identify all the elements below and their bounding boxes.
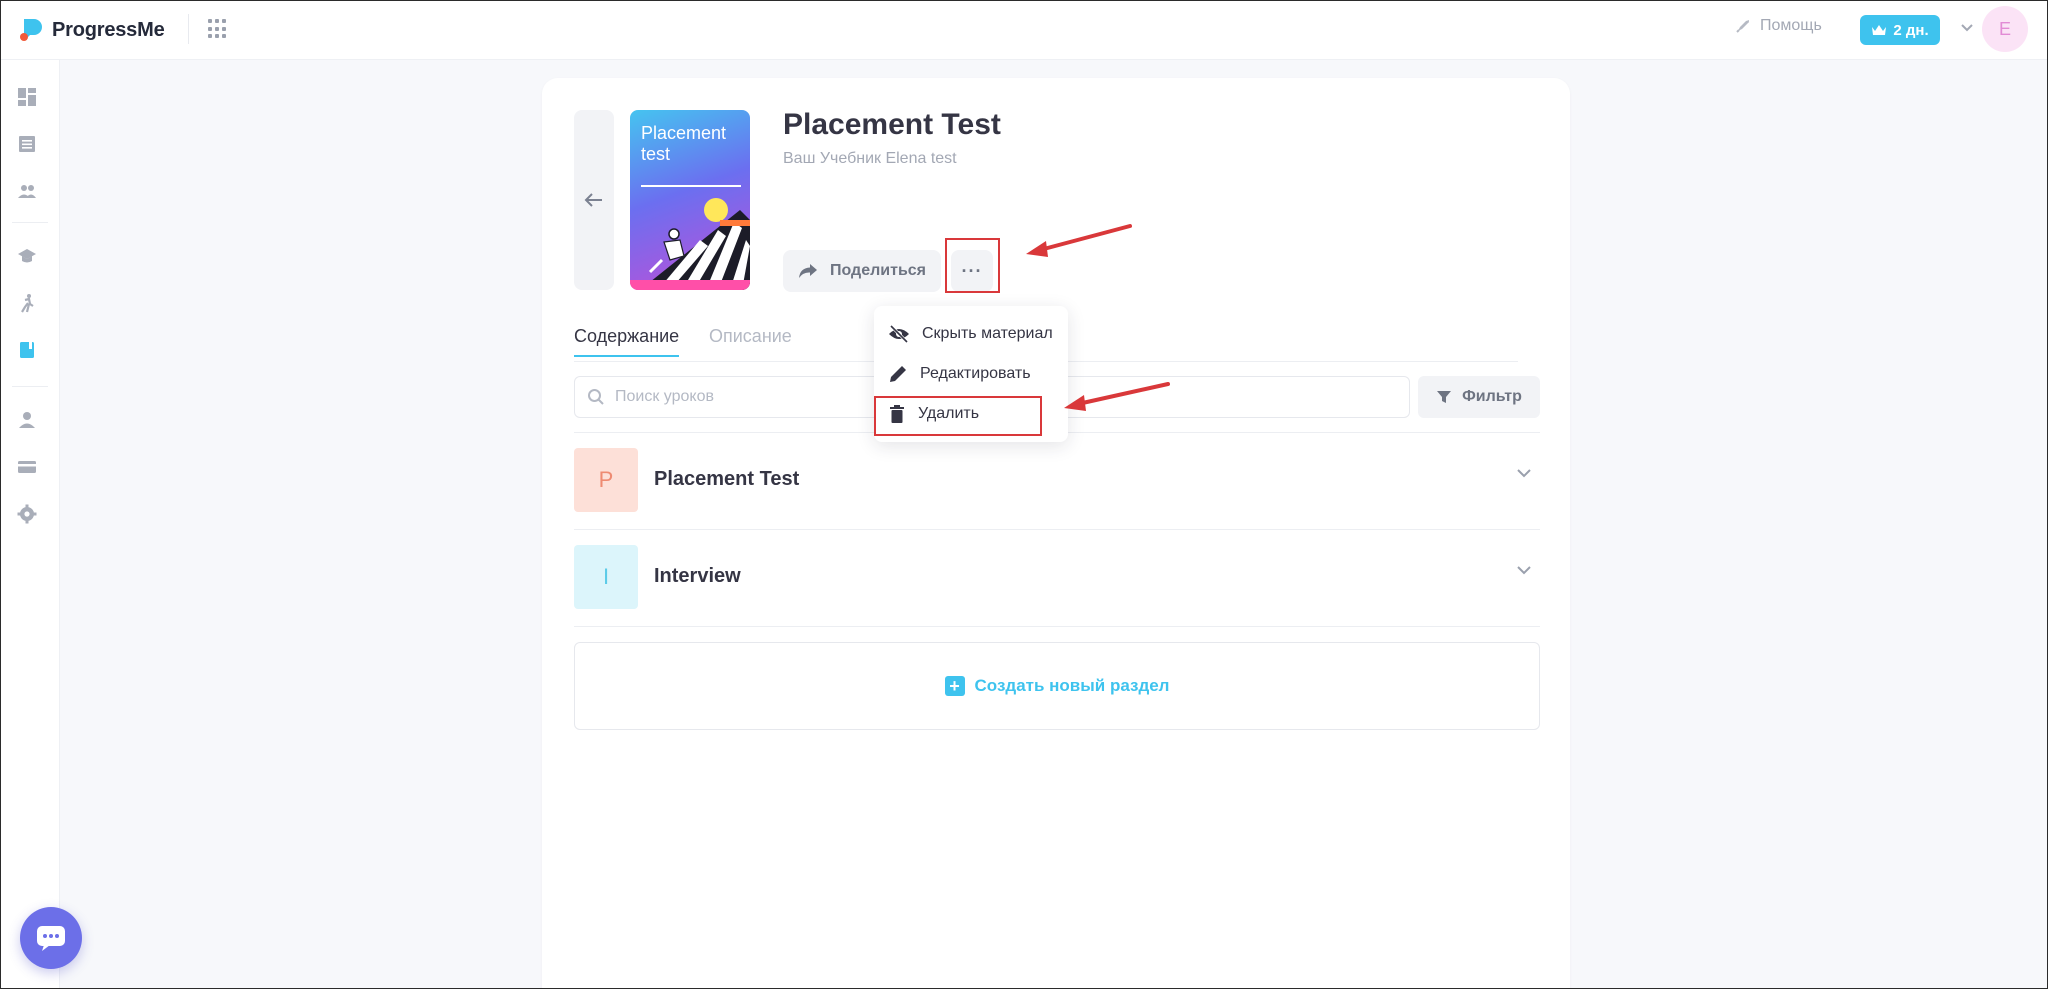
section-badge: I: [574, 545, 638, 609]
share-button[interactable]: Поделиться: [783, 250, 941, 292]
sidebar-divider: [12, 386, 48, 387]
search-icon: [588, 389, 604, 405]
cover-illustration: [630, 198, 750, 290]
tab-description[interactable]: Описание: [709, 326, 792, 347]
gear-icon[interactable]: [17, 504, 37, 524]
user-icon[interactable]: [17, 410, 37, 430]
help-button[interactable]: Помощь: [1734, 17, 1822, 35]
logo-icon: [20, 19, 42, 41]
top-bar: ProgressMe Помощь 2 дн. E: [0, 0, 2048, 60]
running-icon[interactable]: [17, 293, 37, 313]
graduation-cap-icon[interactable]: [17, 246, 37, 266]
create-section-label: Создать новый раздел: [974, 676, 1170, 695]
logo[interactable]: ProgressMe: [18, 17, 165, 43]
menu-item-hide[interactable]: Скрыть материал: [874, 314, 1068, 354]
share-arrow-icon: [798, 264, 817, 278]
premium-label: 2 дн.: [1893, 21, 1929, 39]
divider: [188, 14, 189, 44]
book-icon[interactable]: [17, 340, 37, 360]
search-placeholder: Поиск уроков: [615, 388, 714, 405]
menu-item-delete[interactable]: Удалить: [874, 394, 1068, 434]
crown-icon: [1872, 25, 1887, 35]
menu-item-edit[interactable]: Редактировать: [874, 354, 1068, 394]
plus-icon: +: [944, 676, 965, 696]
page-title: Placement Test: [783, 108, 1001, 141]
app-name: ProgressMe: [52, 18, 165, 41]
create-section-button[interactable]: + Создать новый раздел: [574, 642, 1540, 730]
chevron-down-icon[interactable]: [1516, 565, 1532, 575]
section-badge: P: [574, 448, 638, 512]
section-row[interactable]: P Placement Test: [574, 448, 1540, 514]
more-options-menu: Скрыть материал Редактировать Удалить: [874, 306, 1068, 442]
funnel-icon: [1437, 391, 1452, 403]
back-button[interactable]: [574, 110, 614, 290]
filter-button[interactable]: Фильтр: [1418, 376, 1540, 418]
help-label: Помощь: [1760, 17, 1822, 34]
share-label: Поделиться: [829, 262, 927, 279]
premium-badge[interactable]: 2 дн.: [1860, 15, 1940, 45]
page-subtitle: Ваш Учебник Elena test: [783, 150, 957, 167]
avatar[interactable]: E: [1982, 6, 2028, 52]
dashboard-icon[interactable]: [17, 87, 37, 107]
payment-card-icon[interactable]: [17, 457, 37, 477]
chevron-down-icon[interactable]: [1960, 20, 1974, 36]
material-card: Placement test Placement Test Ваш Учебни…: [542, 78, 1570, 989]
filter-label: Фильтр: [1462, 388, 1522, 405]
menu-item-label: Скрыть материал: [922, 325, 1053, 342]
chat-bubble-icon: [37, 926, 65, 951]
menu-item-label: Редактировать: [920, 365, 1031, 382]
apps-grid-icon[interactable]: [208, 19, 228, 39]
chevron-down-icon[interactable]: [1516, 468, 1532, 478]
students-icon[interactable]: [17, 181, 37, 201]
material-cover: Placement test: [630, 110, 750, 290]
section-title: Interview: [654, 565, 741, 587]
document-icon[interactable]: [17, 134, 37, 154]
eye-off-icon: [889, 325, 909, 343]
arrow-left-icon: [584, 193, 602, 207]
sidebar-divider: [12, 222, 48, 223]
rocket-icon: [1736, 20, 1749, 33]
section-title: Placement Test: [654, 468, 800, 490]
more-options-button[interactable]: ···: [951, 250, 993, 292]
sidebar: [0, 60, 60, 989]
trash-icon: [890, 405, 904, 423]
menu-item-label: Удалить: [918, 405, 980, 422]
section-row[interactable]: I Interview: [574, 545, 1540, 611]
divider: [574, 626, 1540, 627]
divider: [574, 529, 1540, 530]
chat-button[interactable]: [20, 907, 82, 969]
tab-content[interactable]: Содержание: [574, 326, 680, 357]
pencil-icon: [890, 366, 906, 382]
